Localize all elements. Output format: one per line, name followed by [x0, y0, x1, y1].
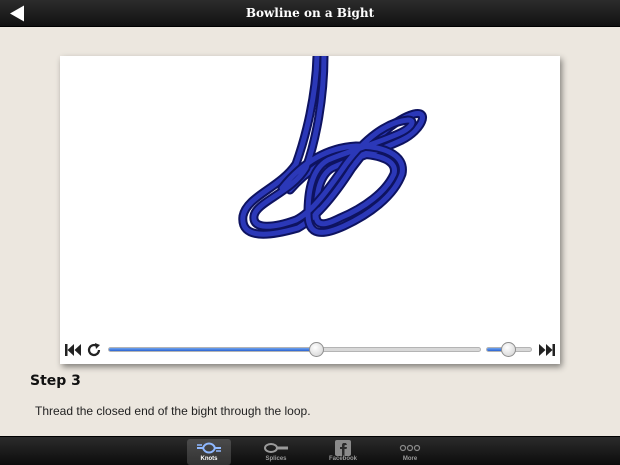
tab-label-knots: Knots: [200, 456, 218, 462]
knot-animation-player: [60, 51, 560, 364]
progress-thumb[interactable]: [309, 342, 324, 357]
tab-facebook[interactable]: Facebook: [321, 439, 365, 465]
facebook-icon: [335, 440, 351, 456]
knot-illustration: [60, 51, 560, 336]
tab-bar: Knots Splices Facebook More: [0, 436, 620, 465]
speed-thumb[interactable]: [501, 342, 516, 357]
tab-more[interactable]: More: [388, 439, 432, 465]
skip-forward-icon: [539, 344, 555, 356]
tab-label-more: More: [402, 456, 418, 462]
tab-label-splices: Splices: [265, 456, 287, 462]
rope-drawing: [238, 51, 427, 239]
skip-back-icon: [65, 344, 81, 356]
progress-fill: [109, 348, 317, 351]
speed-slider[interactable]: [486, 342, 532, 357]
knots-icon: [197, 442, 221, 454]
replay-button[interactable]: [86, 342, 102, 358]
more-icon: [399, 444, 421, 452]
tab-label-facebook: Facebook: [328, 456, 357, 462]
replay-icon: [87, 343, 101, 357]
step-heading: Step 3: [30, 373, 81, 389]
progress-slider[interactable]: [108, 342, 481, 357]
playback-controls: [60, 336, 560, 364]
skip-to-start-button[interactable]: [64, 343, 82, 357]
step-instructions: Thread the closed end of the bight throu…: [35, 404, 311, 418]
top-nav-bar: Bowline on a Bight: [0, 0, 620, 27]
skip-to-end-button[interactable]: [538, 343, 556, 357]
tab-splices[interactable]: Splices: [254, 439, 298, 465]
splices-icon: [264, 443, 288, 453]
tab-knots[interactable]: Knots: [187, 439, 231, 465]
page-title: Bowline on a Bight: [245, 6, 375, 20]
